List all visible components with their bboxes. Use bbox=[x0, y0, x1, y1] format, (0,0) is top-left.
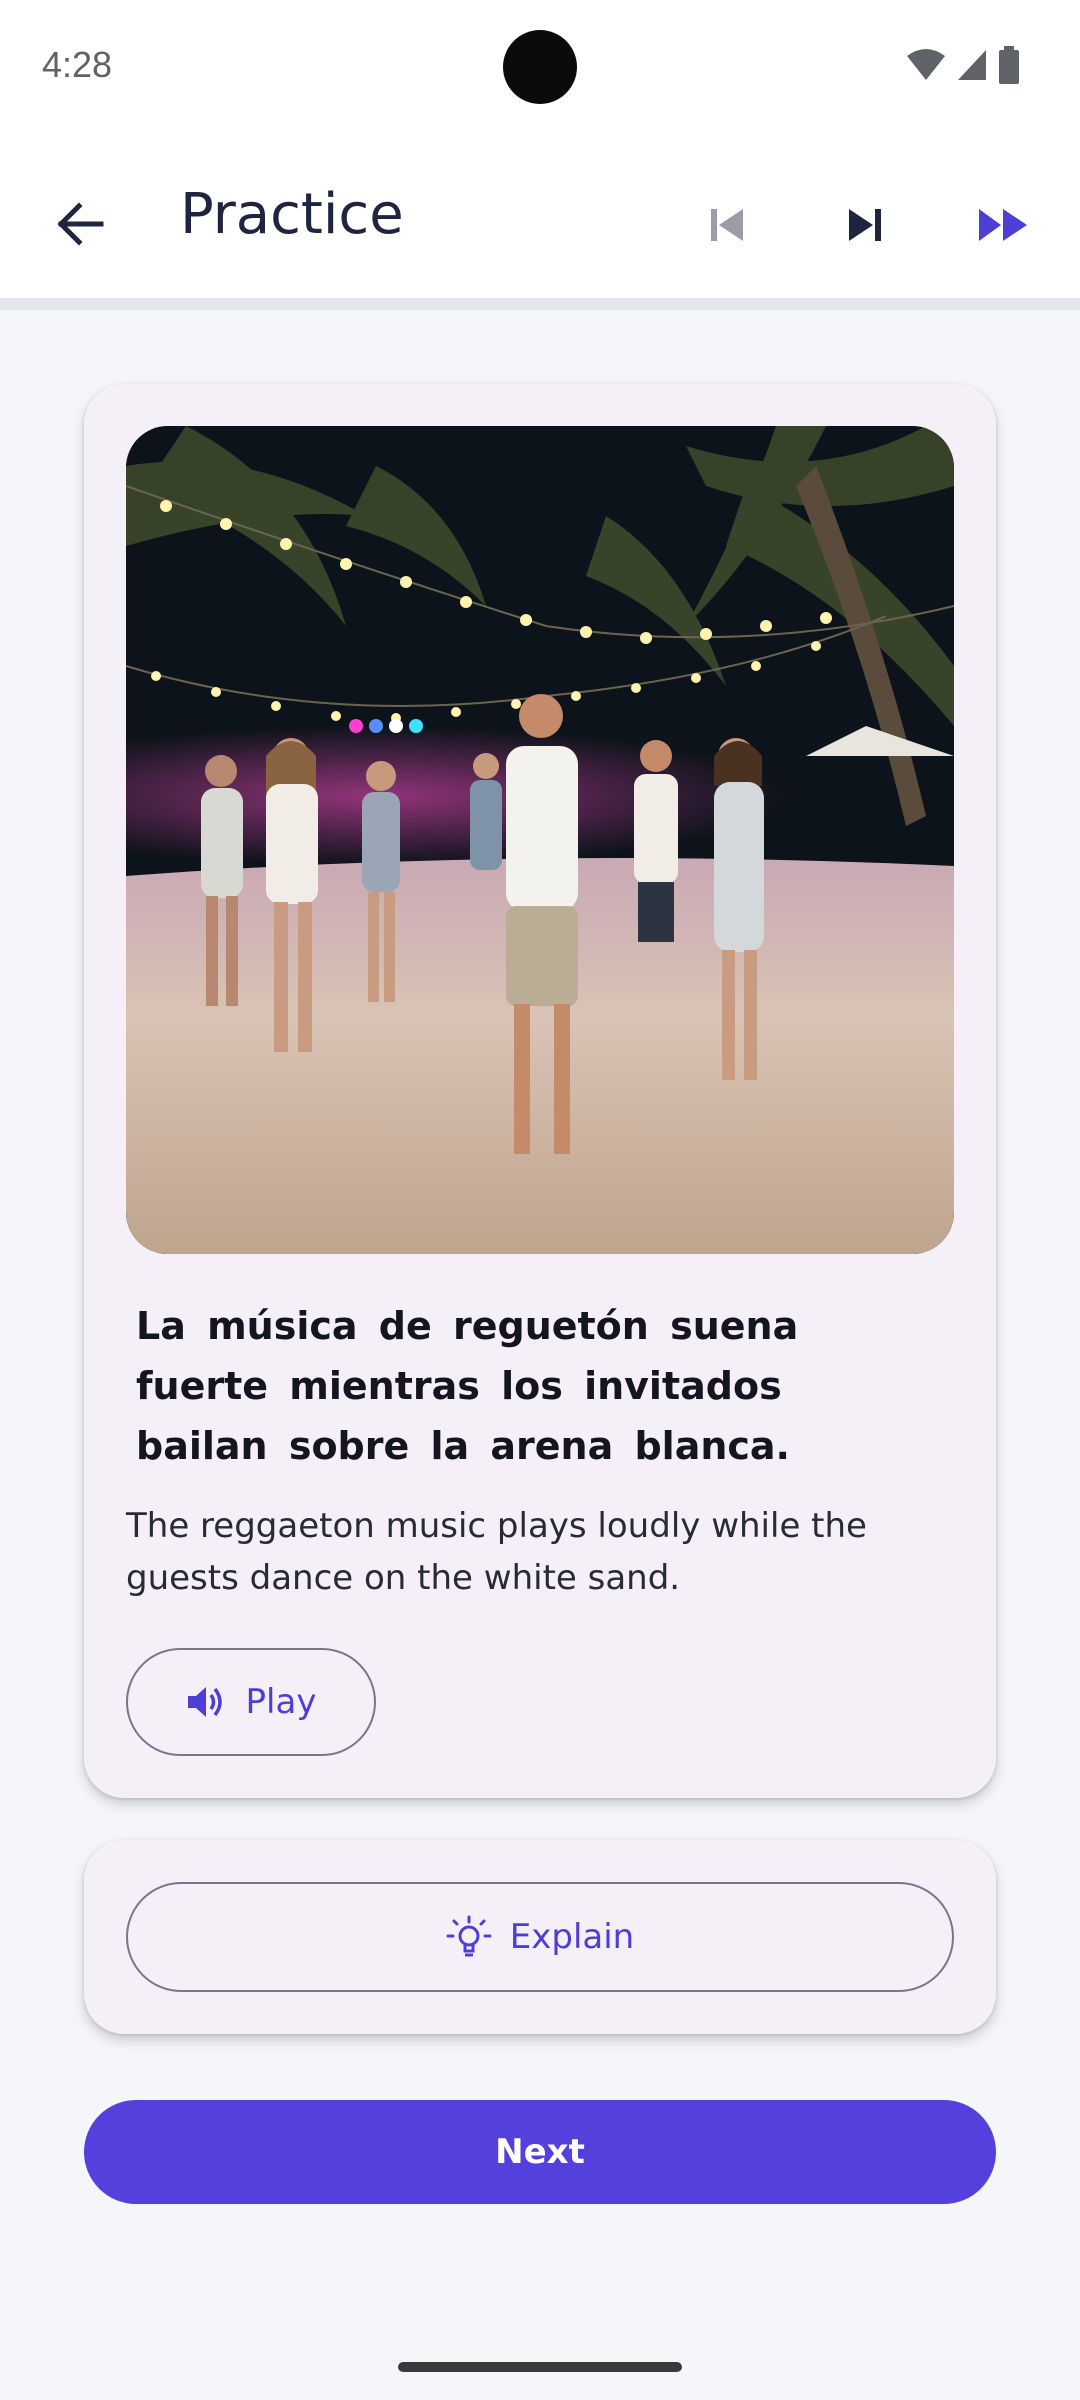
volume-icon bbox=[187, 1687, 222, 1717]
spanish-sentence: La música de reguetón suena fuerte mient… bbox=[136, 1304, 799, 1468]
back-arrow-icon bbox=[57, 202, 104, 246]
skip-next-button[interactable] bbox=[820, 180, 910, 270]
page-title: Practice bbox=[180, 182, 404, 247]
camera-cutout bbox=[503, 30, 577, 104]
cellular-signal-icon bbox=[958, 50, 986, 80]
exercise-image bbox=[126, 426, 954, 1254]
battery-icon bbox=[999, 46, 1019, 84]
skip-previous-button[interactable] bbox=[682, 180, 772, 270]
next-label: Next bbox=[495, 2132, 585, 2172]
fast-forward-button[interactable] bbox=[958, 180, 1048, 270]
explain-card: Explain bbox=[84, 1840, 996, 2034]
app-bar: Practice bbox=[0, 134, 1080, 298]
exercise-card: La música de reguetón suena fuerte mient… bbox=[84, 384, 996, 1798]
back-button[interactable] bbox=[40, 184, 120, 264]
skip-next-icon bbox=[849, 209, 881, 241]
home-indicator[interactable] bbox=[398, 2362, 682, 2372]
beach-party-illustration bbox=[126, 426, 954, 1254]
lightbulb-icon bbox=[446, 1915, 492, 1957]
wifi-icon bbox=[907, 49, 945, 80]
status-bar: 4:28 bbox=[0, 0, 1080, 134]
next-button[interactable]: Next bbox=[84, 2100, 996, 2204]
app-bar-divider bbox=[0, 298, 1080, 310]
english-translation: The reggaeton music plays loudly while t… bbox=[126, 1506, 867, 1598]
play-label: Play bbox=[245, 1682, 317, 1722]
fast-forward-icon bbox=[979, 209, 1027, 241]
status-time: 4:28 bbox=[42, 44, 113, 85]
explain-button[interactable]: Explain bbox=[126, 1882, 954, 1992]
status-icons bbox=[906, 46, 1020, 84]
skip-previous-icon bbox=[711, 209, 743, 241]
explain-label: Explain bbox=[509, 1917, 635, 1957]
play-audio-button[interactable]: Play bbox=[126, 1648, 376, 1756]
